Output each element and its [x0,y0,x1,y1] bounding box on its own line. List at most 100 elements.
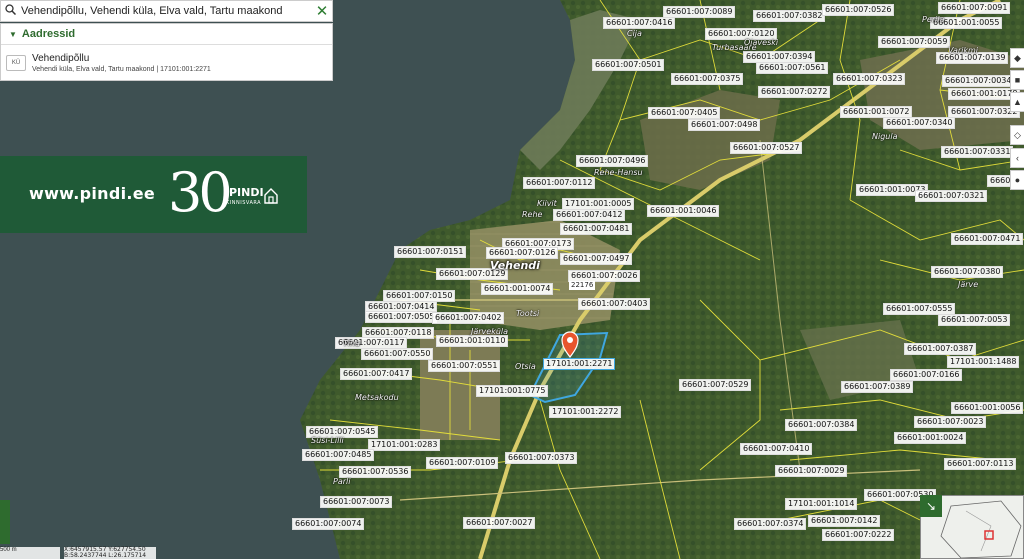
parcel-label[interactable]: 66601:007:0166 [890,369,963,381]
parcel-label[interactable]: 66601:001:0046 [647,205,720,217]
village-label: Vehendi [490,259,540,272]
parcel-label[interactable]: 66601:007:0485 [302,449,375,461]
place-label: Rehe [522,210,543,219]
parcel-label[interactable]: 66601:007:0551 [428,360,501,372]
parcel-label[interactable]: 66601:007:0272 [758,86,831,98]
parcel-label[interactable]: 66601:007:0501 [592,59,665,71]
banner-anniversary-number: 30 [168,161,233,224]
parcel-label[interactable]: 66601:007:0471 [951,233,1024,245]
parcel-label[interactable]: 66601:007:0321 [915,190,988,202]
parcel-label[interactable]: 17101:001:0775 [476,385,549,397]
parcel-label[interactable]: 66601:007:0074 [292,518,365,530]
search-icon [1,4,19,18]
parcel-label[interactable]: 66601:007:0323 [833,73,906,85]
search-bar[interactable]: ✕ [0,0,333,22]
parcel-label[interactable]: 66601:007:0403 [578,298,651,310]
share-icon[interactable]: ◇ [1010,125,1024,145]
place-label: Metsakodu [355,393,399,402]
parcel-label[interactable]: 66601:007:0496 [576,155,649,167]
place-label: Cija [627,29,642,38]
close-icon[interactable]: ✕ [312,2,332,20]
parcel-label[interactable]: 66601:007:0059 [878,36,951,48]
parcel-label[interactable]: 66601:007:0375 [671,73,744,85]
parcel-label[interactable]: 66601:007:0222 [822,529,895,541]
banner-subtitle: KINNISVARA [226,200,262,206]
house-icon [264,188,278,204]
parcel-label[interactable]: 66601:007:0382 [753,10,826,22]
parcel-label[interactable]: 66601:007:0505 [365,311,438,323]
parcel-label[interactable]: 66601:007:0331 [941,146,1014,158]
place-label: Varikmi [948,46,979,55]
banner-url: www.pindi.ee [29,184,156,203]
selected-parcel-label[interactable]: 17101:001:2271 [543,358,616,370]
result-item[interactable]: KÜ Vehendipõllu Vehendi küla, Elva vald,… [1,45,332,81]
parcel-label[interactable]: 66601:007:0526 [822,4,895,16]
place-label: Nigula [872,132,898,141]
parcel-label[interactable]: 17101:001:1014 [785,498,858,510]
result-badge: KÜ [6,55,26,71]
place-label: Rehe-Hansu [594,168,643,177]
parcel-label[interactable]: 66601:007:0340 [883,117,956,129]
parcel-label[interactable]: 66601:007:0417 [340,368,413,380]
parcel-label[interactable]: 66601:007:0410 [740,443,813,455]
parcel-label[interactable]: 66601:007:0151 [394,246,467,258]
scale-label: 500 m [0,547,17,553]
parcel-label[interactable]: 66601:007:0412 [553,209,626,221]
place-label: Süsi-Lilli [311,436,344,445]
parcel-label[interactable]: 66601:007:0126 [486,247,559,259]
home-icon[interactable]: ● [1010,170,1024,190]
parcel-label[interactable]: 66601:007:0402 [432,312,505,324]
parcel-label[interactable]: 66601:007:0529 [679,379,752,391]
parcel-label[interactable]: 66601:007:0405 [648,107,721,119]
pindi-banner[interactable]: www.pindi.ee 30 PINDI KINNISVARA [0,156,307,233]
info-icon[interactable]: ‹ [1010,148,1024,168]
parcel-label[interactable]: 17101:001:1488 [947,356,1020,368]
place-label: Parli [333,477,351,486]
parcel-label[interactable]: 66601:001:0024 [894,432,967,444]
parcel-label[interactable]: 66601:007:0384 [785,419,858,431]
parcel-label[interactable]: 66601:007:0374 [734,518,807,530]
layers-icon[interactable]: ◆ [1010,48,1024,68]
results-header-label: Aadressid [21,28,76,40]
parcel-label[interactable]: 66601:007:0053 [938,314,1011,326]
parcel-label[interactable]: 66601:007:0561 [756,62,829,74]
parcel-label[interactable]: 66601:007:0416 [603,17,676,29]
parcel-label[interactable]: 66601:007:0142 [808,515,881,527]
print-icon[interactable]: ▲ [1010,92,1024,112]
place-label: Otsia [515,362,536,371]
parcel-label[interactable]: 66601:001:0110 [436,335,509,347]
parcel-label[interactable]: 66601:007:0550 [361,348,434,360]
minimap-toggle-icon[interactable]: ↘ [920,495,942,517]
parcel-label[interactable]: 66601:007:0091 [938,2,1011,14]
parcel-label[interactable]: 66601:007:0034 [942,75,1015,87]
parcel-label[interactable]: 66601:007:0481 [560,223,633,235]
parcel-label[interactable]: 66601:007:0389 [841,381,914,393]
parcel-label[interactable]: 66601:001:0056 [951,402,1024,414]
parcel-label[interactable]: 66601:007:0380 [931,266,1004,278]
scale-bar: 500 m [0,547,60,559]
parcel-label[interactable]: 66601:007:0497 [560,253,633,265]
search-input[interactable] [19,5,312,17]
parcel-label[interactable]: 66601:007:0023 [914,416,987,428]
parcel-label[interactable]: 66601:007:0498 [688,119,761,131]
result-title: Vehendipõllu [32,53,90,64]
parcel-label[interactable]: 66601:007:0527 [730,142,803,154]
parcel-label[interactable]: 17101:001:2272 [549,406,622,418]
parcel-label[interactable]: 66601:007:0073 [320,496,393,508]
chevron-down-icon: ▼ [9,29,17,39]
parcel-label[interactable]: 66601:007:0112 [523,177,596,189]
place-label: Järveküla [471,327,509,336]
measure-icon[interactable]: ■ [1010,70,1024,90]
parcel-label[interactable]: 66601:007:0027 [463,517,536,529]
parcel-label[interactable]: 66601:007:0373 [505,452,578,464]
place-label: Perila [922,15,945,24]
results-header[interactable]: ▼ Aadressid [1,24,332,45]
place-label: Kiivit [537,199,557,208]
parcel-label[interactable]: 66601:007:0387 [904,343,977,355]
parcel-label[interactable]: 66601:007:0029 [775,465,848,477]
parcel-label[interactable]: 66601:007:0109 [426,457,499,469]
parcel-label[interactable]: 17101:001:0283 [368,439,441,451]
side-panel-toggle[interactable] [0,500,10,544]
parcel-label[interactable]: 66601:007:0113 [944,458,1017,470]
parcel-label[interactable]: 66601:001:0074 [481,283,554,295]
